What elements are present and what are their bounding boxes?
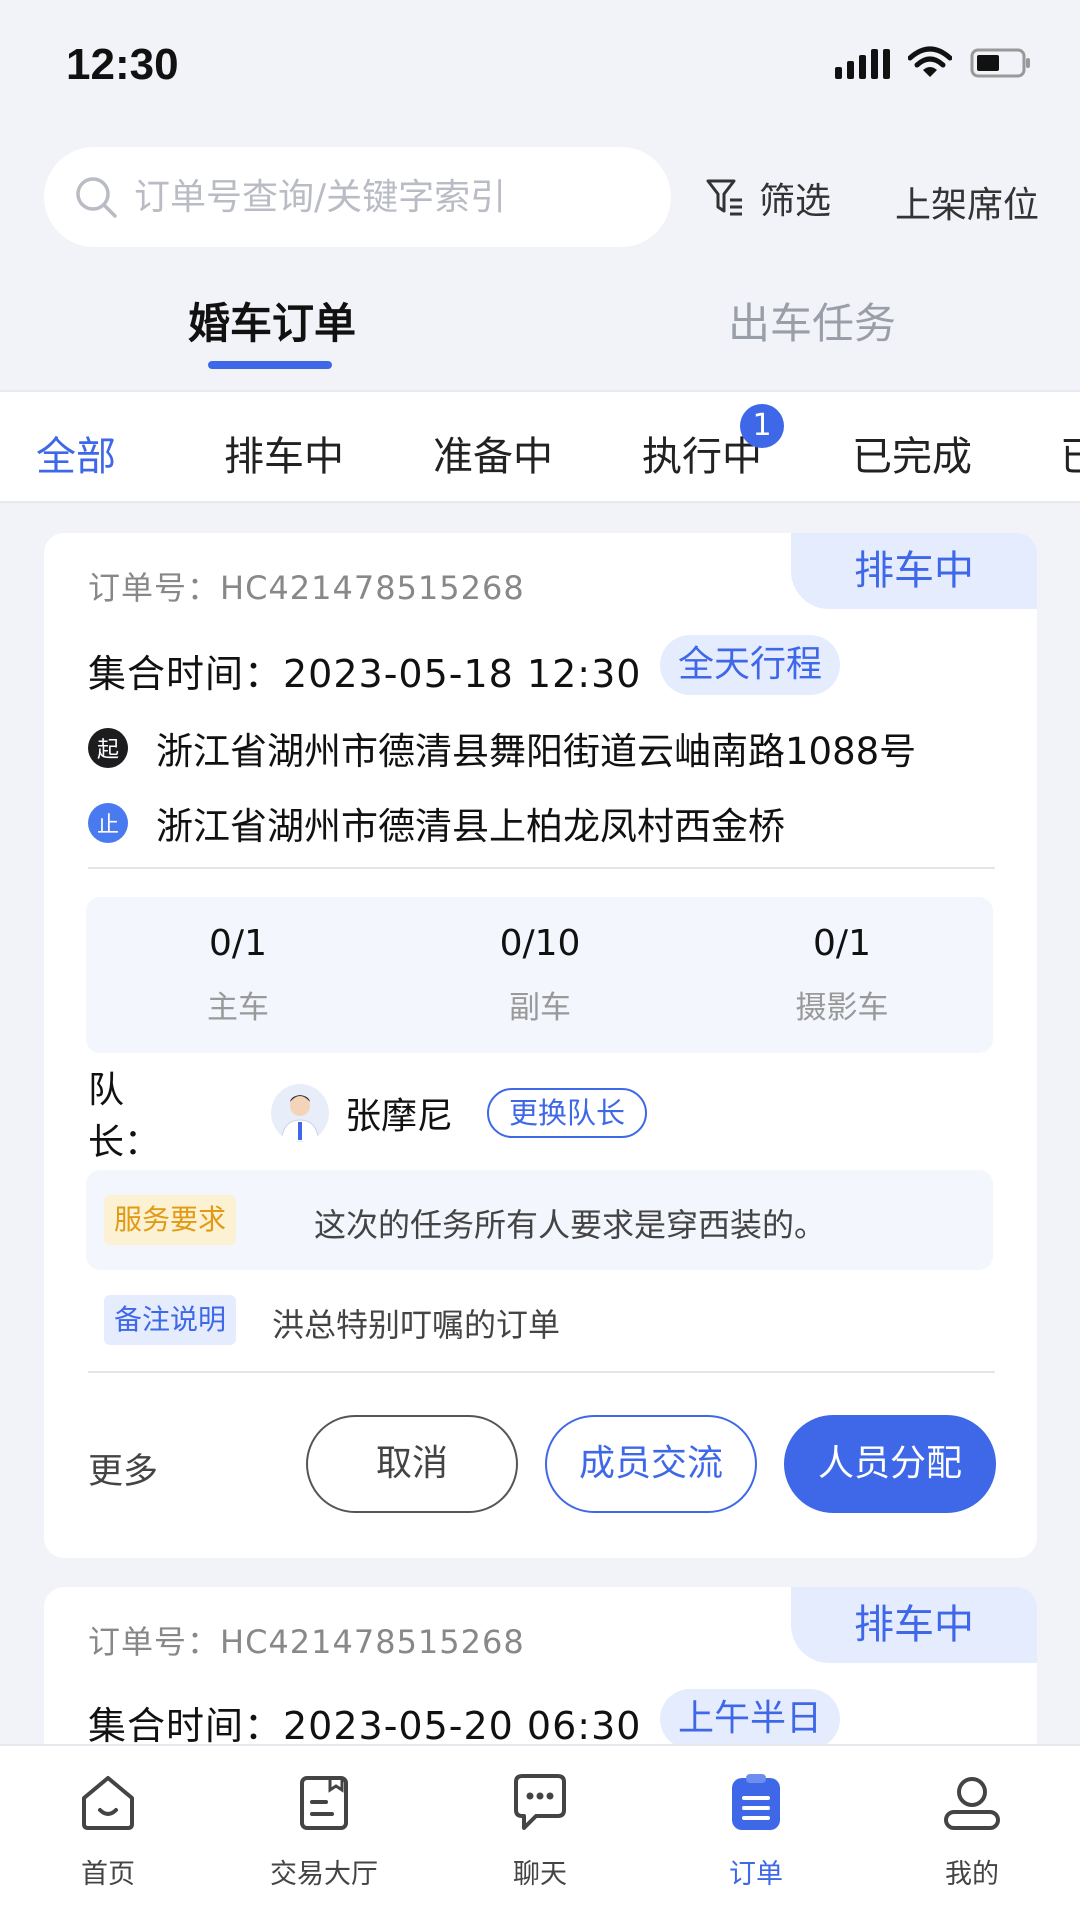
filter-label: 筛选	[759, 181, 832, 222]
start-address: 浙江省湖州市德清县舞阳街道云岫南路1088号	[156, 730, 917, 773]
gather-time: 集合时间：2023-05-20 06:30	[88, 1704, 642, 1748]
end-address-row: 止 浙江省湖州市德清县上柏龙凤村西金桥	[88, 796, 785, 850]
cancel-button[interactable]: 取消	[306, 1415, 518, 1513]
signal-icon	[835, 47, 890, 79]
status-bar: 12:30	[0, 0, 1080, 130]
nav-profile[interactable]: 我的	[902, 1770, 1042, 1891]
assign-staff-button[interactable]: 人员分配	[784, 1415, 996, 1513]
filter-icon	[706, 179, 742, 216]
search-icon	[76, 177, 117, 218]
chat-icon	[514, 1774, 566, 1830]
stat-label: 主车	[207, 990, 269, 1026]
tab-car-tasks[interactable]: 出车任务	[728, 290, 896, 351]
order-actions: 更多 取消 成员交流 人员分配	[44, 1415, 1037, 1515]
team-leader-name: 张摩尼	[345, 1096, 454, 1137]
start-address-row: 起 浙江省湖州市德清县舞阳街道云岫南路1088号	[88, 721, 916, 775]
trip-type-badge: 全天行程	[660, 635, 841, 695]
search-bar[interactable]	[44, 147, 671, 247]
status-icons	[835, 46, 1032, 80]
search-input[interactable]	[134, 176, 654, 218]
note-tag: 备注说明	[104, 1295, 237, 1345]
status-tab-more[interactable]: 已	[1060, 424, 1080, 482]
bottom-navigation: 首页 交易大厅 聊天 订单 我的	[0, 1744, 1080, 1920]
trip-type-badge: 上午半日	[660, 1689, 841, 1749]
nav-label: 订单	[729, 1859, 783, 1890]
profile-icon	[944, 1777, 1000, 1830]
more-button[interactable]: 更多	[88, 1443, 158, 1494]
nav-chat[interactable]: 聊天	[470, 1770, 610, 1891]
avatar	[271, 1084, 329, 1142]
battery-icon	[970, 47, 1032, 79]
trading-hall-icon	[300, 1776, 348, 1830]
order-status-tag: 排车中	[791, 1587, 1037, 1663]
stat-value: 0/1	[813, 923, 871, 964]
order-status-tag: 排车中	[791, 533, 1037, 609]
team-leader-label: 队长：	[88, 1070, 161, 1163]
nav-orders[interactable]: 订单	[686, 1770, 826, 1891]
status-filter-tabs: 全部 排车中 准备中 执行中 已完成 已	[0, 390, 1080, 503]
nav-trading-hall[interactable]: 交易大厅	[254, 1770, 394, 1891]
stat-secondary-car: 0/10 副车	[440, 923, 640, 1027]
executing-count-badge: 1	[740, 404, 784, 448]
end-marker-icon: 止	[88, 803, 128, 843]
note-text: 洪总特别叮嘱的订单	[272, 1306, 561, 1344]
change-leader-button[interactable]: 更换队长	[487, 1088, 648, 1138]
order-number: 订单号：HC421478515268	[88, 1623, 525, 1661]
wifi-icon	[908, 46, 952, 80]
service-requirement-box: 服务要求 这次的任务所有人要求是穿西装的。	[86, 1170, 993, 1270]
start-marker-icon: 起	[88, 728, 128, 768]
service-requirement-tag: 服务要求	[104, 1195, 237, 1245]
home-icon	[82, 1776, 134, 1830]
service-requirement-text: 这次的任务所有人要求是穿西装的。	[314, 1206, 827, 1244]
team-leader-row: 队长： 张摩尼 更换队长	[88, 1070, 648, 1163]
tab-wedding-car-orders[interactable]: 婚车订单	[188, 290, 356, 351]
status-tab-preparing[interactable]: 准备中	[433, 424, 553, 482]
divider	[88, 867, 995, 869]
gather-time: 集合时间：2023-05-18 12:30	[88, 652, 642, 696]
status-tab-completed[interactable]: 已完成	[852, 424, 972, 482]
nav-home[interactable]: 首页	[38, 1770, 178, 1891]
status-time: 12:30	[66, 40, 179, 89]
stat-main-car: 0/1 主车	[138, 923, 338, 1027]
status-tab-scheduling[interactable]: 排车中	[224, 424, 344, 482]
stat-value: 0/10	[499, 923, 581, 964]
nav-label: 首页	[81, 1859, 135, 1890]
list-seat-button[interactable]: 上架席位	[895, 176, 1039, 228]
order-number: 订单号：HC421478515268	[88, 569, 525, 607]
nav-label: 聊天	[513, 1859, 567, 1890]
order-card[interactable]: 排车中 订单号：HC421478515268 集合时间：2023-05-18 1…	[44, 533, 1037, 1558]
stat-label: 摄影车	[795, 990, 889, 1026]
status-tab-all[interactable]: 全部	[36, 424, 116, 482]
stat-label: 副车	[509, 990, 571, 1026]
order-icon	[732, 1774, 780, 1830]
vehicle-stats: 0/1 主车 0/10 副车 0/1 摄影车	[86, 897, 993, 1053]
stat-value: 0/1	[209, 923, 267, 964]
stat-photo-car: 0/1 摄影车	[742, 923, 942, 1027]
divider	[88, 1371, 995, 1373]
nav-label: 我的	[945, 1859, 999, 1890]
order-list-screen: 12:30 订单号查询/关键字索引 筛选 上架席位 婚车订单 出车任务 全部 排…	[0, 0, 1080, 1920]
filter-button[interactable]: 筛选	[705, 172, 831, 224]
active-tab-indicator	[208, 361, 332, 369]
member-chat-button[interactable]: 成员交流	[545, 1415, 757, 1513]
end-address: 浙江省湖州市德清县上柏龙凤村西金桥	[156, 805, 785, 848]
nav-label: 交易大厅	[270, 1859, 378, 1890]
